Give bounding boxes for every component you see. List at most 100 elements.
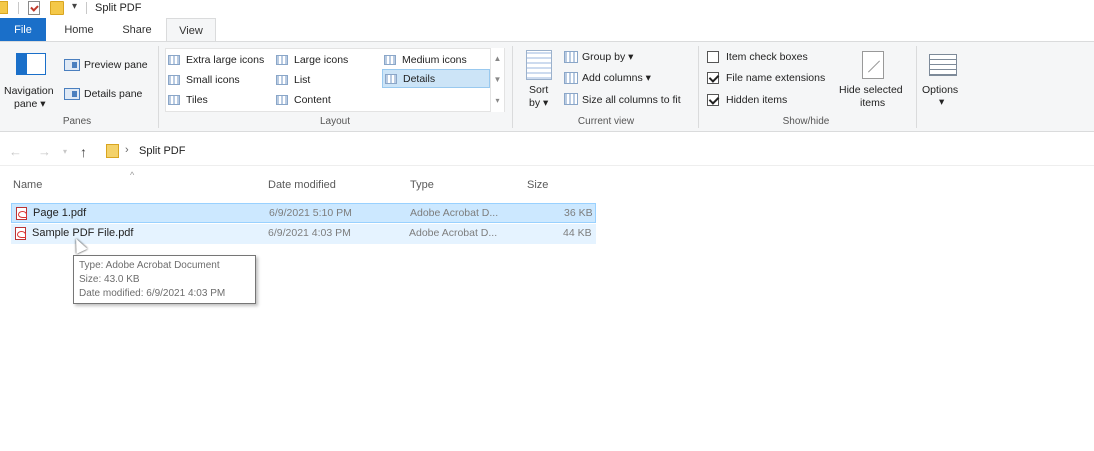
layout-extra-large-icons[interactable]: Extra large icons [168, 50, 264, 69]
hidden-items-label[interactable]: Hidden items [726, 94, 787, 106]
details-pane-button[interactable]: Details pane [84, 88, 142, 100]
file-tooltip: Type: Adobe Acrobat Document Size: 43.0 … [73, 255, 256, 304]
grid-icon [276, 54, 288, 65]
scroll-down-icon[interactable]: ▼ [491, 69, 504, 90]
chevron-right-icon[interactable]: › [125, 144, 129, 156]
file-date-modified: 6/9/2021 4:03 PM [268, 227, 351, 239]
navigation-pane-icon[interactable] [16, 53, 46, 75]
customize-toolbar-icon[interactable]: ▾ [72, 1, 77, 12]
divider [916, 46, 917, 128]
up-arrow-icon[interactable]: ↑ [80, 144, 87, 160]
file-size: 36 KB [564, 207, 593, 219]
folder-icon [0, 1, 8, 14]
group-label-show-hide: Show/hide [782, 116, 830, 127]
group-label-panes: Panes [62, 116, 92, 127]
dropdown-arrow-icon: ▾ [642, 72, 651, 84]
file-size: 44 KB [563, 227, 592, 239]
ribbon: Navigation pane ▾ Preview pane Details p… [0, 41, 1094, 132]
options-icon[interactable] [929, 54, 957, 76]
folder-icon [106, 144, 119, 158]
column-header-size[interactable]: Size [527, 179, 548, 191]
column-header-date-modified[interactable]: Date modified [268, 179, 336, 191]
window-title: Split PDF [95, 2, 142, 14]
hidden-items-checkbox[interactable] [707, 94, 719, 106]
sort-by-button-label-2[interactable]: by ▾ [529, 97, 548, 109]
group-by-icon [564, 51, 578, 63]
layout-tiles[interactable]: Tiles [168, 90, 208, 109]
table-row[interactable]: Page 1.pdf 6/9/2021 5:10 PM Adobe Acroba… [11, 203, 596, 223]
scroll-up-icon[interactable]: ▲ [491, 48, 504, 69]
layout-scrollbar[interactable]: ▲ ▼ ▾ [490, 48, 504, 112]
recent-locations-icon[interactable]: ▾ [63, 147, 67, 156]
ribbon-tabs: File Home Share View [0, 18, 1094, 42]
tab-file[interactable]: File [0, 18, 46, 42]
tab-home[interactable]: Home [56, 18, 102, 42]
file-name-extensions-checkbox[interactable] [707, 72, 719, 84]
pdf-file-icon [16, 207, 27, 220]
layout-content[interactable]: Content [276, 90, 331, 109]
file-name: Sample PDF File.pdf [32, 227, 134, 239]
item-check-boxes-label[interactable]: Item check boxes [726, 51, 808, 63]
tooltip-size: Size: 43.0 KB [79, 274, 140, 285]
expand-gallery-icon[interactable]: ▾ [491, 90, 504, 111]
divider [18, 2, 19, 14]
file-type: Adobe Acrobat D... [409, 227, 498, 239]
table-row[interactable]: Sample PDF File.pdf 6/9/2021 4:03 PM Ado… [11, 224, 596, 244]
group-label-current-view: Current view [577, 116, 635, 127]
details-icon [385, 73, 397, 84]
column-header-name[interactable]: Name [13, 179, 42, 191]
divider [158, 46, 159, 128]
layout-gallery: Extra large icons Large icons Medium ico… [165, 48, 505, 112]
dropdown-arrow-icon: ▾ [40, 98, 46, 110]
layout-small-icons[interactable]: Small icons [168, 70, 240, 89]
preview-pane-button[interactable]: Preview pane [84, 59, 148, 71]
file-type: Adobe Acrobat D... [410, 207, 499, 219]
hide-selected-items-label[interactable]: Hide selected [839, 84, 903, 96]
content-icon [276, 94, 288, 105]
tab-view[interactable]: View [166, 18, 216, 42]
breadcrumb[interactable]: Split PDF [139, 145, 185, 157]
group-label-layout: Layout [319, 116, 351, 127]
add-columns-icon [564, 72, 578, 84]
dropdown-arrow-icon[interactable]: ▾ [939, 96, 944, 108]
hide-selected-icon[interactable] [862, 51, 884, 79]
sort-by-icon[interactable] [526, 50, 552, 80]
address-bar: ← → ▾ ↑ › Split PDF [0, 138, 1094, 166]
tiles-icon [168, 94, 180, 105]
layout-details[interactable]: Details [382, 69, 490, 88]
forward-arrow-icon[interactable]: → [38, 144, 51, 159]
new-folder-icon[interactable] [50, 1, 64, 15]
add-columns-button[interactable]: Add columns ▾ [582, 72, 651, 84]
back-arrow-icon[interactable]: ← [9, 144, 22, 159]
options-button-label[interactable]: Options [922, 84, 958, 96]
divider [512, 46, 513, 128]
navigation-pane-button-label-2[interactable]: pane ▾ [14, 98, 46, 110]
layout-medium-icons[interactable]: Medium icons [384, 50, 467, 69]
navigation-pane-button-label[interactable]: Navigation [4, 85, 54, 97]
grid-icon [384, 54, 396, 65]
file-name: Page 1.pdf [33, 207, 87, 219]
item-check-boxes-checkbox[interactable] [707, 51, 719, 63]
size-columns-icon [564, 93, 578, 105]
column-header-type[interactable]: Type [410, 179, 434, 191]
dropdown-arrow-icon: ▾ [625, 51, 634, 63]
properties-icon[interactable] [28, 1, 40, 15]
size-all-columns-button[interactable]: Size all columns to fit [582, 94, 681, 106]
grid-icon [168, 54, 180, 65]
group-by-button[interactable]: Group by ▾ [582, 51, 633, 63]
preview-pane-icon [64, 59, 80, 71]
details-pane-icon [64, 88, 80, 100]
layout-list[interactable]: List [276, 70, 310, 89]
sort-by-button-label[interactable]: Sort [529, 84, 548, 96]
list-icon [276, 74, 288, 85]
divider [86, 2, 87, 14]
hide-selected-items-label-2[interactable]: items [860, 97, 885, 109]
layout-large-icons[interactable]: Large icons [276, 50, 348, 69]
tab-share[interactable]: Share [112, 18, 162, 42]
tooltip-type: Type: Adobe Acrobat Document [79, 260, 220, 271]
divider [698, 46, 699, 128]
sort-ascending-icon: ^ [130, 170, 135, 180]
file-date-modified: 6/9/2021 5:10 PM [269, 207, 352, 219]
file-name-extensions-label[interactable]: File name extensions [726, 72, 825, 84]
tooltip-date: Date modified: 6/9/2021 4:03 PM [79, 288, 226, 299]
